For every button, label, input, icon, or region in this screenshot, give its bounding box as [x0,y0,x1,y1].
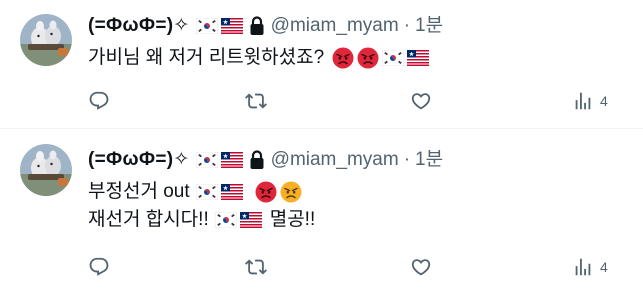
tweet-text-line: 가비님 왜 저거 리트윗하셨죠? [88,47,325,68]
heart-icon [410,256,432,278]
views-chart-icon [572,90,594,112]
tweet-header: (=ФωФ=)✧ @miam_myam · 1분 [88,14,443,38]
like-button[interactable] [410,89,432,113]
angry-red-face-icon [255,181,277,203]
heart-icon [410,90,432,112]
retweet-icon [245,90,267,112]
avatar[interactable] [20,144,72,196]
south-korea-flag-icon [196,184,218,200]
liberia-flag-icon [221,152,243,168]
avatar[interactable] [20,14,72,66]
liberia-flag-icon [221,184,243,200]
retweet-button[interactable] [245,89,267,113]
divider [0,128,643,129]
views-button[interactable]: 4 [572,89,608,113]
tweet-text-line: 부정선거 out [88,181,190,202]
south-korea-flag-icon [196,18,218,34]
avatar-image [20,14,72,66]
tweet-actions: 4 [88,255,628,279]
angry-face-icon [280,181,302,203]
tweet-text: 가비님 왜 저거 리트윗하셨죠? [88,46,429,70]
tweet[interactable]: (=ФωФ=)✧ @miam_myam · 1분 가비님 왜 저거 리트윗하셨죠… [0,0,643,128]
south-korea-flag-icon [196,152,218,168]
handle[interactable]: @miam_myam [271,14,399,38]
liberia-flag-icon [221,18,243,34]
angry-red-face-icon [332,47,354,69]
reply-icon [88,256,110,278]
tweet-actions: 4 [88,89,628,113]
like-button[interactable] [410,255,432,279]
reply-button[interactable] [88,89,110,113]
view-count: 4 [600,259,608,275]
tweet-text: 부정선거 out [88,180,302,204]
tweet[interactable]: (=ФωФ=)✧ @miam_myam · 1분 부정선거 out 재선거 합시… [0,130,643,296]
views-chart-icon [572,256,594,278]
separator-dot: · [403,149,411,170]
tweet-text-suffix: 멸공!! [269,209,316,230]
liberia-flag-icon [240,212,262,228]
retweet-button[interactable] [245,255,267,279]
display-name[interactable]: (=ФωФ=)✧ [88,14,190,38]
timestamp[interactable]: 1분 [415,148,443,172]
tweet-text-line: 재선거 합시다!! [88,209,209,230]
handle[interactable]: @miam_myam [271,148,399,172]
view-count: 4 [600,93,608,109]
reply-icon [88,90,110,112]
reply-button[interactable] [88,255,110,279]
retweet-icon [245,256,267,278]
lock-icon [249,150,265,170]
south-korea-flag-icon [215,212,237,228]
angry-red-face-icon [357,47,379,69]
display-name[interactable]: (=ФωФ=)✧ [88,148,190,172]
liberia-flag-icon [407,50,429,66]
south-korea-flag-icon [382,50,404,66]
lock-icon [249,16,265,36]
tweet-header: (=ФωФ=)✧ @miam_myam · 1분 [88,148,443,172]
avatar-image [20,144,72,196]
timestamp[interactable]: 1분 [415,14,443,38]
tweet-text: 재선거 합시다!! 멸공!! [88,208,315,232]
separator-dot: · [403,15,411,36]
views-button[interactable]: 4 [572,255,608,279]
